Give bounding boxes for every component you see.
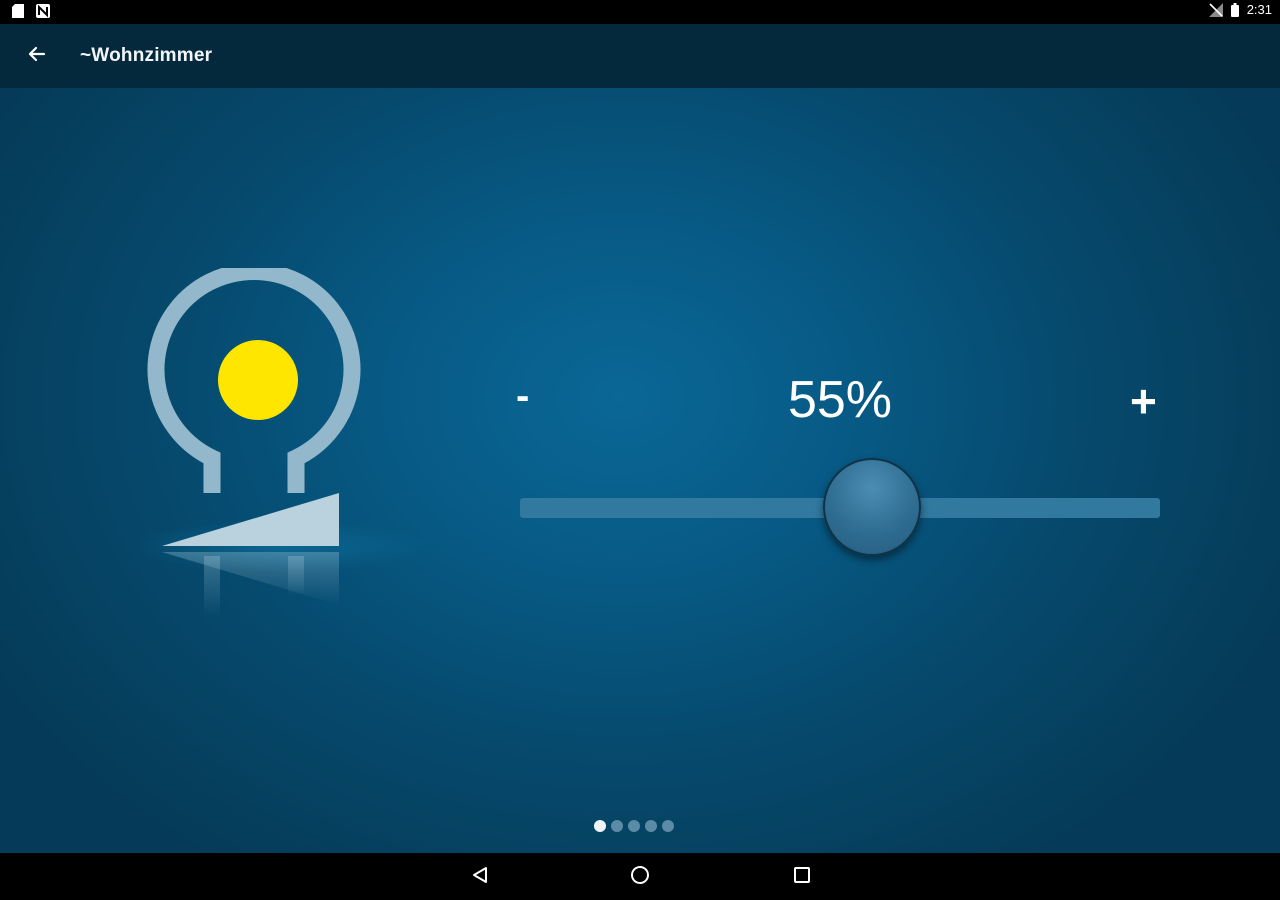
page-dot xyxy=(645,820,657,832)
status-bar-right: 2:31 xyxy=(1208,2,1272,17)
increase-button[interactable]: + xyxy=(1130,378,1157,424)
nav-recents-button[interactable] xyxy=(788,863,816,891)
nfc-icon xyxy=(36,4,50,18)
page-dot xyxy=(611,820,623,832)
status-time: 2:31 xyxy=(1246,2,1272,17)
battery-icon xyxy=(1230,2,1239,17)
sd-card-icon xyxy=(12,4,24,18)
back-triangle-icon xyxy=(470,865,490,890)
dimmer-lamp-icon xyxy=(130,263,440,633)
page-indicator xyxy=(594,820,674,832)
navigation-bar xyxy=(0,853,1280,900)
status-bar: 2:31 xyxy=(0,0,1280,24)
arrow-back-icon xyxy=(26,44,46,69)
dimmer-value: 55% xyxy=(787,371,893,429)
lamp-light xyxy=(218,340,298,420)
page-dot xyxy=(662,820,674,832)
page-dot xyxy=(594,820,606,832)
status-bar-left xyxy=(12,4,50,18)
no-signal-icon xyxy=(1208,2,1223,17)
nav-home-button[interactable] xyxy=(626,863,654,891)
back-button[interactable] xyxy=(20,40,52,72)
app-bar: ~Wohnzimmer xyxy=(0,24,1280,88)
page-title: ~Wohnzimmer xyxy=(80,45,213,66)
recents-square-icon xyxy=(792,865,812,890)
dimmer-panel: - 55% + xyxy=(0,88,1280,853)
dimmer-slider-thumb[interactable] xyxy=(823,458,921,556)
home-circle-icon xyxy=(629,864,651,891)
nav-back-button[interactable] xyxy=(466,863,494,891)
decrease-button[interactable]: - xyxy=(516,376,529,416)
page-dot xyxy=(628,820,640,832)
